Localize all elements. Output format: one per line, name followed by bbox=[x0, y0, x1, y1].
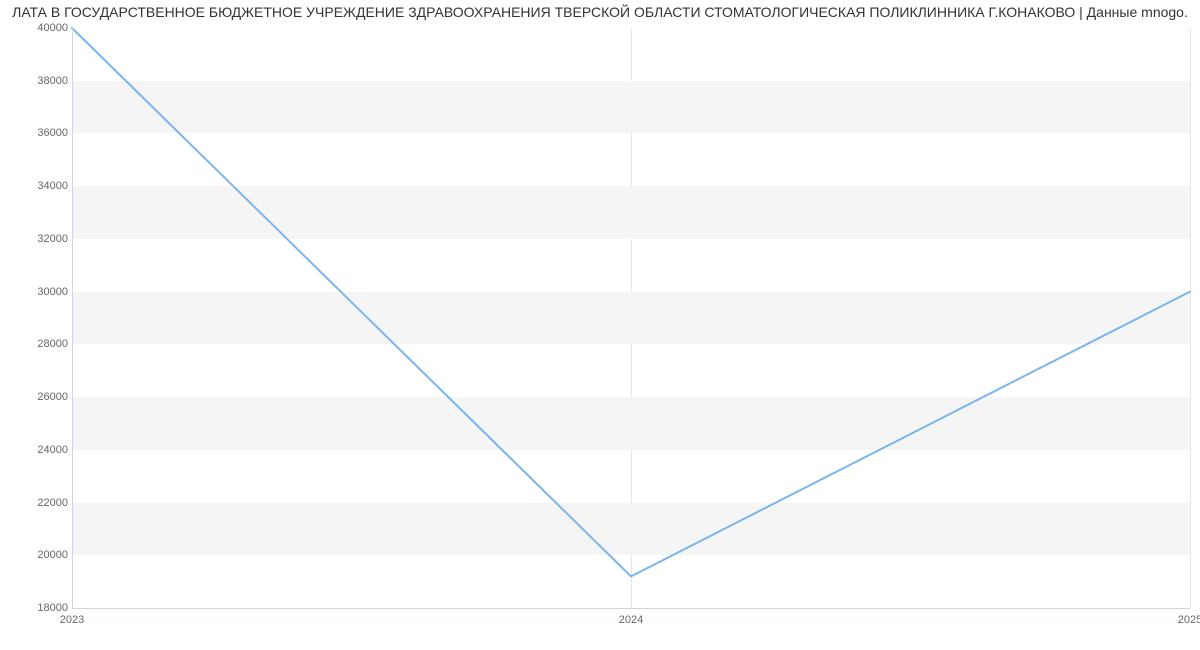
grid-line bbox=[1190, 28, 1191, 608]
y-tick-label: 38000 bbox=[37, 75, 68, 87]
y-axis-line bbox=[72, 28, 73, 608]
y-tick-label: 36000 bbox=[37, 127, 68, 139]
plot-area bbox=[72, 28, 1190, 608]
y-tick-label: 34000 bbox=[37, 180, 68, 192]
chart-container: ЛАТА В ГОСУДАРСТВЕННОЕ БЮДЖЕТНОЕ УЧРЕЖДЕ… bbox=[0, 0, 1200, 650]
y-tick-label: 20000 bbox=[37, 549, 68, 561]
y-tick-label: 28000 bbox=[37, 338, 68, 350]
x-axis-line bbox=[72, 608, 1190, 609]
y-tick-label: 26000 bbox=[37, 391, 68, 403]
y-tick-label: 40000 bbox=[37, 22, 68, 34]
chart-title: ЛАТА В ГОСУДАРСТВЕННОЕ БЮДЖЕТНОЕ УЧРЕЖДЕ… bbox=[0, 4, 1200, 20]
y-tick-label: 18000 bbox=[37, 602, 68, 614]
y-tick-label: 22000 bbox=[37, 497, 68, 509]
line-series bbox=[72, 28, 1190, 608]
x-tick-label: 2025 bbox=[1178, 614, 1200, 626]
x-tick-label: 2024 bbox=[619, 614, 643, 626]
y-tick-label: 24000 bbox=[37, 444, 68, 456]
x-tick-label: 2023 bbox=[60, 614, 84, 626]
y-tick-label: 30000 bbox=[37, 286, 68, 298]
y-tick-label: 32000 bbox=[37, 233, 68, 245]
